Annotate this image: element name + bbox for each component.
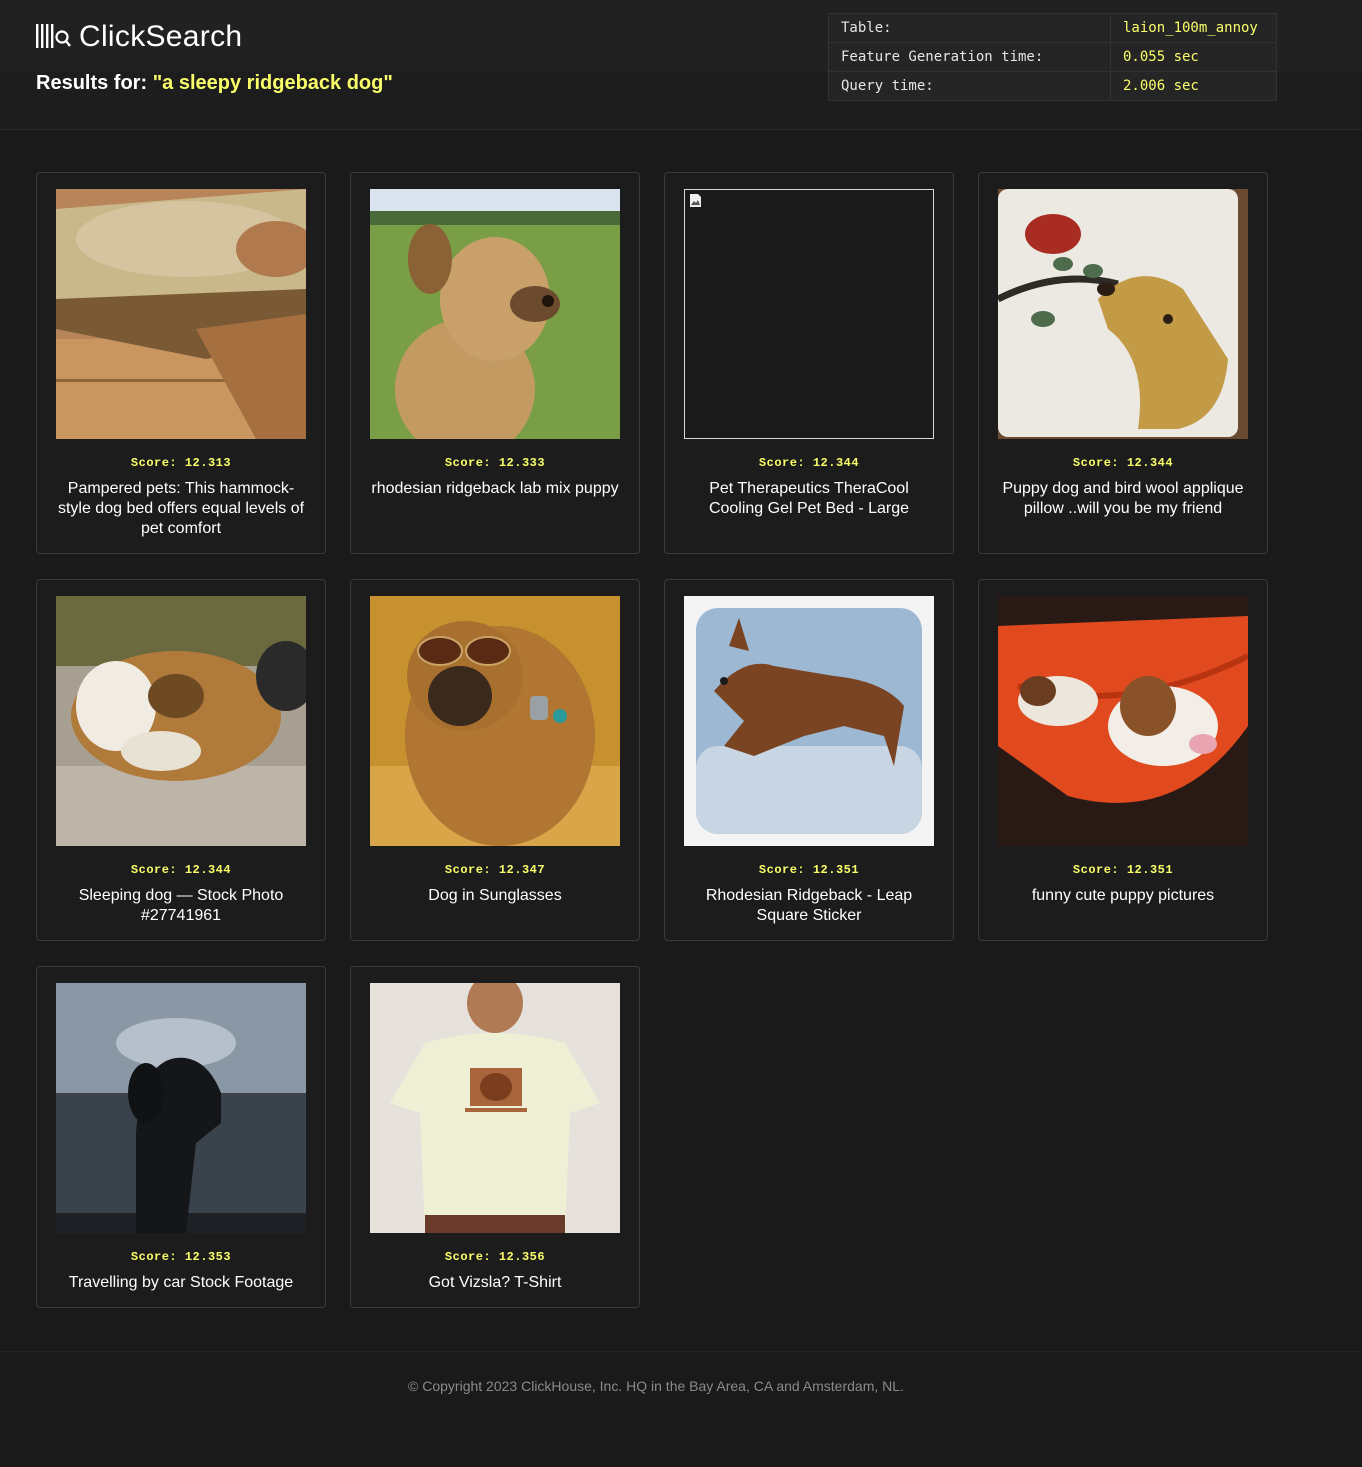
results-grid: Score: 12.313 Pampered pets: This hammoc… — [36, 172, 1268, 1308]
result-score: Score: 12.344 — [56, 863, 306, 877]
score-value: 12.344 — [812, 456, 860, 470]
query-stats-table: Table: laion_100m_annoy Feature Generati… — [828, 13, 1277, 101]
score-prefix: Score: — [444, 1250, 499, 1264]
results-heading: Results for: "a sleepy ridgeback dog" — [36, 72, 393, 95]
result-score: Score: 12.353 — [56, 1250, 306, 1264]
score-prefix: Score: — [130, 456, 185, 470]
result-card[interactable]: Score: 12.347 Dog in Sunglasses — [350, 579, 640, 941]
score-prefix: Score: — [758, 863, 813, 877]
result-caption: Dog in Sunglasses — [428, 887, 562, 904]
result-caption: funny cute puppy pictures — [1031, 887, 1215, 904]
result-card[interactable]: Score: 12.351 funny cute puppy pictures — [978, 579, 1268, 941]
result-image[interactable] — [684, 596, 934, 846]
result-card[interactable]: Score: 12.313 Pampered pets: This hammoc… — [36, 172, 326, 554]
result-card[interactable]: Score: 12.344 Puppy dog and bird wool ap… — [978, 172, 1268, 554]
stats-label: Feature Generation time: — [828, 42, 1111, 72]
result-caption: rhodesian ridgeback lab mix puppy — [371, 480, 619, 497]
score-prefix: Score: — [444, 863, 499, 877]
stats-row-query-time: Query time: 2.006 sec — [828, 71, 1277, 101]
result-image[interactable] — [56, 983, 306, 1233]
result-image[interactable] — [998, 189, 1248, 439]
result-score: Score: 12.347 — [370, 863, 620, 877]
score-prefix: Score: — [444, 456, 499, 470]
result-caption: Pampered pets: This hammock-style dog be… — [57, 480, 305, 537]
score-value: 12.351 — [1126, 863, 1174, 877]
result-score: Score: 12.344 — [684, 456, 934, 470]
result-score: Score: 12.351 — [684, 863, 934, 877]
result-image[interactable] — [370, 189, 620, 439]
result-score: Score: 12.351 — [998, 863, 1248, 877]
results-prefix: Results for: — [36, 72, 153, 94]
stats-label: Table: — [828, 13, 1111, 43]
broken-image-icon — [690, 194, 701, 207]
result-image[interactable] — [56, 189, 306, 439]
score-value: 12.344 — [1126, 456, 1174, 470]
result-score: Score: 12.313 — [56, 456, 306, 470]
result-caption: Travelling by car Stock Footage — [68, 1274, 294, 1291]
result-card[interactable]: Score: 12.333 rhodesian ridgeback lab mi… — [350, 172, 640, 554]
logo[interactable]: ClickSearch — [36, 20, 242, 54]
score-prefix: Score: — [1072, 456, 1127, 470]
results-query: "a sleepy ridgeback dog" — [152, 72, 393, 94]
stats-row-table: Table: laion_100m_annoy — [828, 13, 1277, 43]
result-card[interactable]: Score: 12.353 Travelling by car Stock Fo… — [36, 966, 326, 1308]
score-prefix: Score: — [130, 863, 185, 877]
result-image-broken[interactable] — [684, 189, 934, 439]
score-value: 12.347 — [498, 863, 546, 877]
result-image[interactable] — [370, 983, 620, 1233]
brand-name: ClickSearch — [79, 20, 243, 53]
score-value: 12.351 — [812, 863, 860, 877]
stats-value: 2.006 sec — [1110, 71, 1277, 101]
result-caption: Pet Therapeutics TheraCool Cooling Gel P… — [708, 480, 910, 517]
stats-row-feature-time: Feature Generation time: 0.055 sec — [828, 42, 1277, 72]
result-card[interactable]: Score: 12.344 Pet Therapeutics TheraCool… — [664, 172, 954, 554]
header: ClickSearch Results for: "a sleepy ridge… — [0, 0, 1362, 130]
score-value: 12.333 — [498, 456, 546, 470]
result-card[interactable]: Score: 12.344 Sleeping dog — Stock Photo… — [36, 579, 326, 941]
result-image[interactable] — [56, 596, 306, 846]
footer-copyright: © Copyright 2023 ClickHouse, Inc. HQ in … — [408, 1378, 904, 1394]
result-score: Score: 12.356 — [370, 1250, 620, 1264]
result-image[interactable] — [370, 596, 620, 846]
result-card[interactable]: Score: 12.356 Got Vizsla? T-Shirt — [350, 966, 640, 1308]
result-card[interactable]: Score: 12.351 Rhodesian Ridgeback - Leap… — [664, 579, 954, 941]
score-prefix: Score: — [758, 456, 813, 470]
result-score: Score: 12.333 — [370, 456, 620, 470]
score-value: 12.313 — [184, 456, 232, 470]
stats-value: laion_100m_annoy — [1110, 13, 1277, 43]
result-caption: Puppy dog and bird wool applique pillow … — [1002, 480, 1244, 517]
score-value: 12.353 — [184, 1250, 232, 1264]
score-prefix: Score: — [130, 1250, 185, 1264]
result-score: Score: 12.344 — [998, 456, 1248, 470]
result-caption: Got Vizsla? T-Shirt — [428, 1274, 562, 1291]
footer: © Copyright 2023 ClickHouse, Inc. HQ in … — [0, 1351, 1362, 1467]
stats-label: Query time: — [828, 71, 1111, 101]
score-value: 12.344 — [184, 863, 232, 877]
score-value: 12.356 — [498, 1250, 546, 1264]
result-caption: Sleeping dog — Stock Photo #27741961 — [78, 887, 284, 924]
stats-value: 0.055 sec — [1110, 42, 1277, 72]
score-prefix: Score: — [1072, 863, 1127, 877]
clicksearch-logo-icon — [36, 24, 71, 48]
result-caption: Rhodesian Ridgeback - Leap Square Sticke… — [705, 887, 913, 924]
result-image[interactable] — [998, 596, 1248, 846]
